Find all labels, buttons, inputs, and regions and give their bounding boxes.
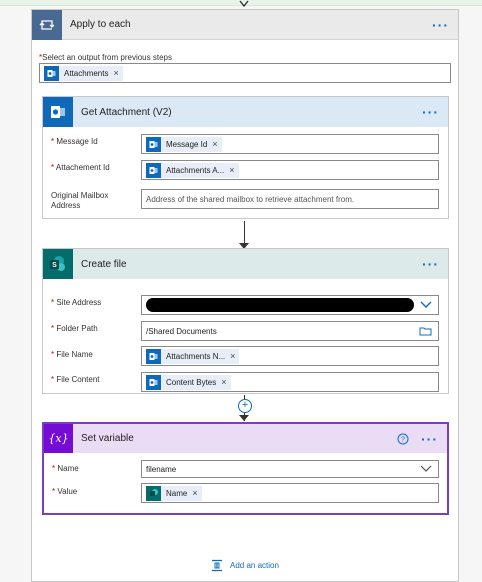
- set-variable-header[interactable]: {x} Set variable ? ···: [44, 424, 447, 453]
- loop-icon: [32, 9, 62, 40]
- get-attachment-title: Get Attachment (V2): [81, 106, 172, 118]
- create-file-card: S Create file ··· * Site Address * Folde…: [42, 248, 449, 394]
- token-label: Name: [166, 488, 188, 498]
- svg-text:?: ?: [401, 434, 405, 443]
- select-output-label: *Select an output from previous steps: [39, 53, 172, 62]
- file-name-token[interactable]: Attachments N... ×: [146, 348, 240, 364]
- chevron-down-icon[interactable]: [420, 465, 432, 473]
- folder-icon[interactable]: [419, 326, 432, 336]
- message-id-label: * Message Id: [51, 137, 98, 146]
- outlook-icon: [43, 97, 73, 127]
- variable-icon: {x}: [44, 424, 73, 453]
- attachment-id-token[interactable]: Attachments A... ×: [146, 162, 239, 178]
- create-file-title: Create file: [81, 258, 127, 270]
- token-label: Attachments: [64, 68, 109, 78]
- remove-token-icon[interactable]: ×: [221, 377, 226, 387]
- more-options-button[interactable]: ···: [422, 257, 439, 271]
- more-options-button[interactable]: ···: [421, 432, 438, 446]
- add-action-label: Add an action: [230, 561, 279, 570]
- apply-to-each-container: Apply to each ··· *Select an output from…: [31, 9, 459, 582]
- mailbox-placeholder: Address of the shared mailbox to retriev…: [146, 194, 355, 204]
- set-variable-card: {x} Set variable ? ··· * Name filename *…: [42, 422, 449, 515]
- file-content-token[interactable]: Content Bytes ×: [146, 374, 231, 390]
- remove-token-icon[interactable]: ×: [113, 68, 118, 78]
- token-label: Attachments N...: [166, 351, 226, 361]
- help-icon[interactable]: ?: [397, 433, 409, 445]
- insert-step-button[interactable]: +: [238, 399, 252, 413]
- folder-path-label: * Folder Path: [51, 324, 98, 333]
- get-attachment-header[interactable]: Get Attachment (V2) ···: [43, 97, 448, 127]
- file-content-field[interactable]: Content Bytes ×: [141, 372, 439, 392]
- file-content-label: * File Content: [51, 375, 100, 384]
- sharepoint-icon: S: [43, 249, 73, 279]
- more-options-button[interactable]: ···: [432, 18, 449, 32]
- site-address-label: * Site Address: [51, 298, 102, 307]
- remove-token-icon[interactable]: ×: [192, 488, 197, 498]
- chevron-down-icon[interactable]: [420, 301, 432, 309]
- variable-value-label: * Value: [52, 487, 78, 496]
- sharepoint-icon: [146, 485, 161, 501]
- outlook-icon: [146, 136, 161, 152]
- svg-text:S: S: [52, 262, 57, 269]
- apply-to-each-header[interactable]: Apply to each ···: [32, 9, 458, 40]
- folder-path-value: /Shared Documents: [146, 326, 217, 336]
- outlook-icon: [146, 374, 161, 390]
- outlook-icon: [146, 162, 161, 178]
- create-file-header[interactable]: S Create file ···: [43, 249, 448, 279]
- variable-name-label: * Name: [52, 464, 79, 473]
- more-options-button[interactable]: ···: [422, 105, 439, 119]
- arrow-down-icon: [239, 415, 249, 421]
- variable-name-select[interactable]: filename: [141, 460, 439, 478]
- select-output-field[interactable]: Attachments ×: [39, 63, 451, 83]
- file-name-field[interactable]: Attachments N... ×: [141, 346, 439, 366]
- attachment-id-field[interactable]: Attachments A... ×: [141, 160, 439, 180]
- remove-token-icon[interactable]: ×: [229, 165, 234, 175]
- attachments-token[interactable]: Attachments ×: [44, 65, 123, 81]
- outlook-icon: [146, 348, 161, 364]
- folder-path-field[interactable]: /Shared Documents: [141, 321, 439, 341]
- message-id-token[interactable]: Message Id ×: [146, 136, 222, 152]
- file-name-label: * File Name: [51, 350, 93, 359]
- token-label: Content Bytes: [166, 377, 217, 387]
- name-token[interactable]: Name ×: [146, 485, 202, 501]
- token-label: Message Id: [166, 139, 208, 149]
- redacted-site-address: [146, 298, 414, 312]
- remove-token-icon[interactable]: ×: [212, 139, 217, 149]
- site-address-select[interactable]: [141, 295, 439, 315]
- mailbox-label: Original Mailbox Address: [51, 191, 109, 210]
- attachment-id-label: * Attachement Id: [51, 163, 110, 172]
- remove-token-icon[interactable]: ×: [230, 351, 235, 361]
- outlook-icon: [44, 65, 59, 81]
- add-action-button[interactable]: Add an action: [210, 559, 279, 572]
- set-variable-title: Set variable: [81, 433, 134, 444]
- mailbox-field[interactable]: Address of the shared mailbox to retriev…: [141, 189, 439, 209]
- variable-name-value: filename: [146, 464, 177, 474]
- get-attachment-card: Get Attachment (V2) ··· * Message Id Mes…: [42, 96, 449, 219]
- add-action-icon: [212, 559, 222, 572]
- message-id-field[interactable]: Message Id ×: [141, 134, 439, 154]
- variable-value-field[interactable]: Name ×: [141, 483, 439, 503]
- apply-to-each-title: Apply to each: [70, 19, 131, 30]
- token-label: Attachments A...: [166, 165, 225, 175]
